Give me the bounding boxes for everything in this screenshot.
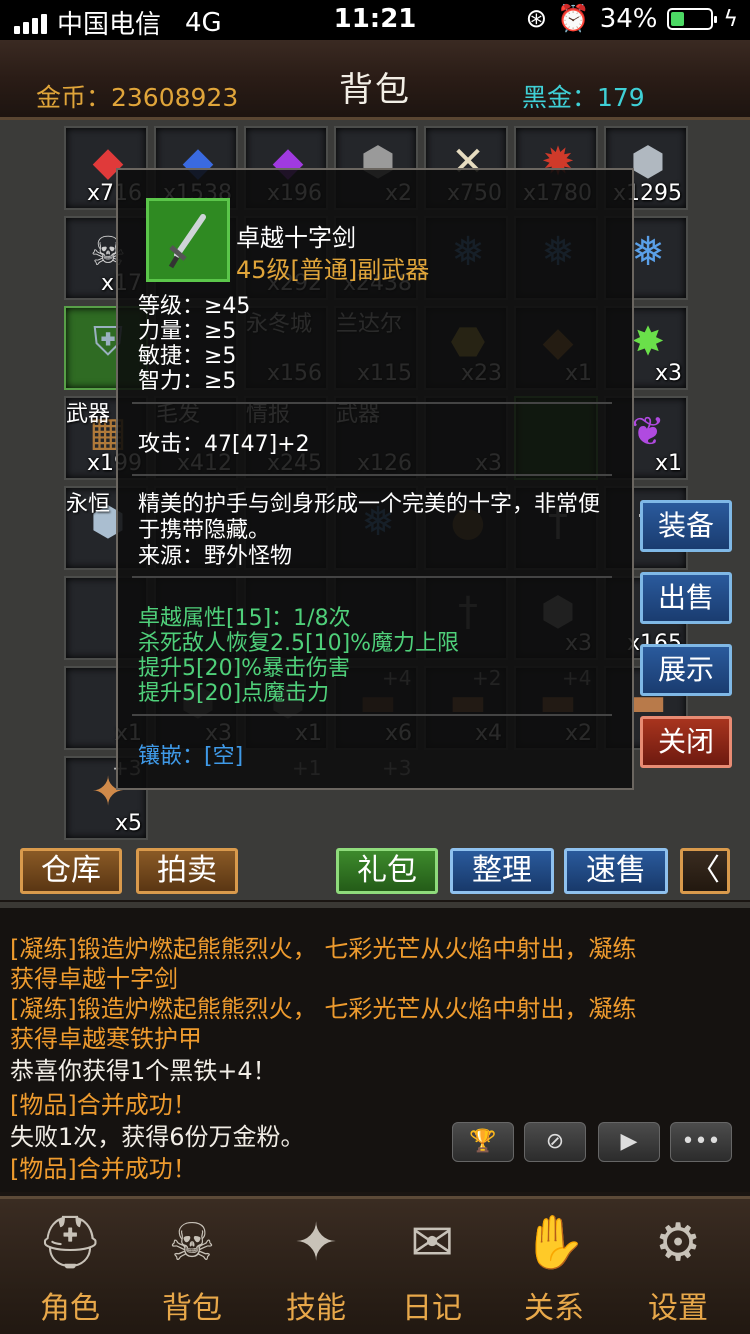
warehouse-button[interactable]: 仓库: [20, 848, 122, 894]
equip-button[interactable]: 装备: [640, 500, 732, 552]
sell-button[interactable]: 出售: [640, 572, 732, 624]
nav-diary[interactable]: ✉ 日记: [372, 1199, 492, 1334]
item-count: x5: [114, 811, 142, 836]
show-button[interactable]: 展示: [640, 644, 732, 696]
handshake-icon: ✋: [521, 1213, 587, 1273]
collapse-arrow-button[interactable]: 〈: [680, 848, 730, 894]
charging-icon: ϟ: [723, 6, 738, 32]
nav-bag[interactable]: ☠ 背包: [132, 1199, 252, 1334]
auction-button[interactable]: 拍卖: [136, 848, 238, 894]
alarm-icon: ⏰: [557, 4, 590, 34]
item-tooltip: 卓越十字剑 45级[普通]副武器 等级：≥45 力量：≥5 敏捷：≥5 智力：≥…: [116, 168, 634, 790]
battery-percent: 34%: [599, 4, 658, 34]
log-line: 获得卓越十字剑: [10, 965, 178, 993]
nav-label: 技能: [286, 1291, 346, 1326]
item-name: 卓越十字剑: [236, 224, 356, 252]
log-line: 失败1次，获得6份万金粉。: [10, 1123, 305, 1151]
item-icon: [146, 198, 230, 282]
nav-character[interactable]: ⛑ 角色: [10, 1199, 130, 1334]
trophy-icon[interactable]: 🏆: [452, 1122, 514, 1162]
item-level-type: 45级[普通]副武器: [236, 256, 430, 284]
status-right: ⊛ ⏰ 34% ϟ: [526, 4, 738, 34]
nav-label: 关系: [524, 1291, 584, 1326]
bag-action-bar: 仓库 拍卖 礼包 整理 速售 〈: [0, 840, 750, 900]
divider: [132, 576, 612, 578]
slot-category-tag: 武器: [66, 402, 111, 427]
req-level: 等级：≥45: [138, 294, 251, 319]
excellent-title: 卓越属性[15]：1/8次: [138, 606, 351, 631]
nav-settings[interactable]: ⚙ 设置: [618, 1199, 738, 1334]
excellent-attr-1: 杀死敌人恢复2.5[10]%魔力上限: [138, 631, 460, 656]
nav-label: 背包: [162, 1291, 222, 1326]
battery-icon: [667, 8, 718, 30]
gift-button[interactable]: 礼包: [336, 848, 438, 894]
item-count: x1: [654, 451, 682, 476]
log-line: [物品]合并成功！: [10, 1091, 197, 1119]
excellent-attr-2: 提升5[20]%暴击伤害: [138, 656, 351, 681]
nav-label: 设置: [648, 1291, 708, 1326]
rotation-lock-icon: ⊛: [525, 4, 548, 34]
bottom-nav: ⛑ 角色 ☠ 背包 ✦ 技能 ✉ 日记 ✋ 关系 ⚙ 设置: [0, 1196, 750, 1334]
req-strength: 力量：≥5: [138, 319, 237, 344]
status-bar: 中国电信 4G 11:21 ⊛ ⏰ 34% ϟ: [0, 0, 750, 40]
gear-icon: ⚙: [654, 1213, 702, 1273]
log-line: 恭喜你获得1个黑铁+4！: [10, 1057, 277, 1085]
blackgold-counter: 黑金：179: [522, 83, 645, 112]
log-line: [凝练]锻造炉燃起熊熊烈火， 七彩光芒从火焰中射出，凝练: [10, 995, 637, 1023]
log-line: [凝练]锻造炉燃起熊熊烈火， 七彩光芒从火焰中射出，凝练: [10, 935, 637, 963]
nav-label: 角色: [40, 1291, 100, 1326]
chat-bubble-icon[interactable]: •••: [670, 1122, 732, 1162]
item-socket: 镶嵌：[空]: [138, 744, 244, 769]
bag-header: 金币：23608923 背包 黑金：179: [0, 40, 750, 120]
item-attack: 攻击：47[47]+2: [138, 432, 310, 457]
backpack-icon: ☠: [168, 1213, 216, 1273]
divider: [132, 714, 612, 716]
quick-sell-button[interactable]: 速售: [564, 848, 668, 894]
scroll-icon: ✉: [410, 1213, 454, 1273]
nav-label: 日记: [402, 1291, 462, 1326]
item-count: x3: [654, 361, 682, 386]
slot-category-tag: 永恒: [66, 492, 111, 517]
divider: [132, 402, 612, 404]
item-source: 来源：野外怪物: [138, 544, 293, 569]
req-agility: 敏捷：≥5: [138, 344, 237, 369]
log-line: [物品]合并成功！: [10, 1155, 197, 1183]
sword-icon: [168, 214, 206, 269]
excellent-attr-3: 提升5[20]点魔击力: [138, 681, 330, 706]
helmet-icon: ⛑: [36, 1213, 103, 1273]
play-icon[interactable]: ▶: [598, 1122, 660, 1162]
spellbook-icon: ✦: [294, 1213, 338, 1273]
divider: [132, 474, 612, 476]
log-line: 获得卓越寒铁护甲: [10, 1025, 202, 1053]
nav-relations[interactable]: ✋ 关系: [494, 1199, 614, 1334]
compass-icon[interactable]: ⊘: [524, 1122, 586, 1162]
nav-skills[interactable]: ✦ 技能: [256, 1199, 376, 1334]
close-button[interactable]: 关闭: [640, 716, 732, 768]
description-text: 精美的护手与剑身形成一个完美的十字，非常便于携带隐藏。: [138, 492, 601, 543]
req-intellect: 智力：≥5: [138, 369, 237, 394]
sort-button[interactable]: 整理: [450, 848, 554, 894]
item-description: 精美的护手与剑身形成一个完美的十字，非常便于携带隐藏。 来源：野外怪物: [138, 492, 618, 570]
